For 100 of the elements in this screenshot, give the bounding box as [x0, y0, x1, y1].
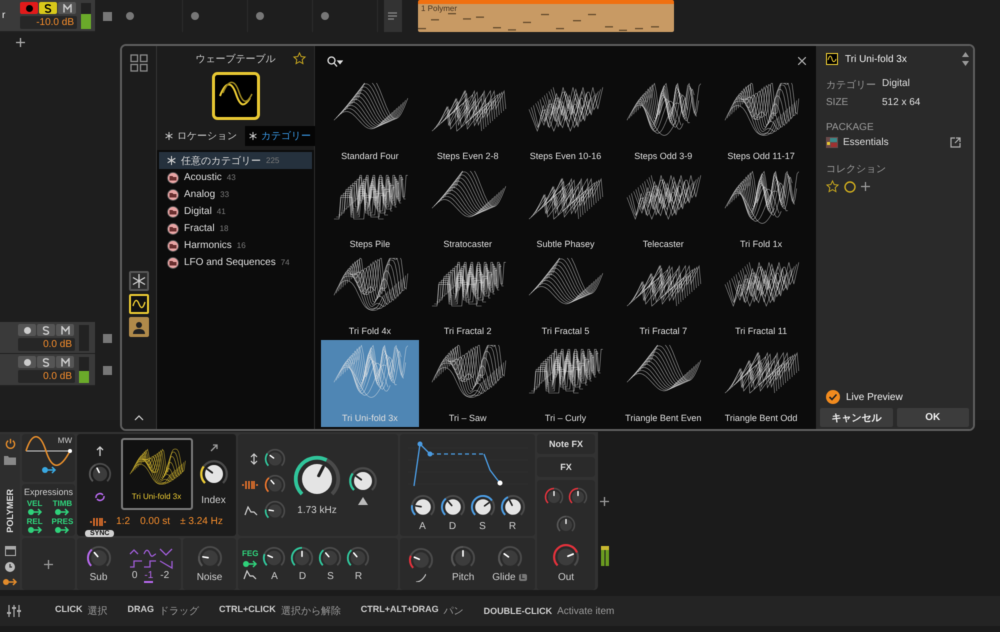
- package-icon: [826, 137, 838, 148]
- wavetable-tile[interactable]: Tri Fractal 7: [614, 252, 712, 340]
- record-button[interactable]: [20, 2, 38, 14]
- mute-button[interactable]: [56, 324, 74, 336]
- stop-icon[interactable]: [103, 12, 112, 20]
- live-preview-checkbox[interactable]: [826, 390, 840, 404]
- folder-badge-icon: [167, 188, 179, 200]
- filter-tab[interactable]: カテゴリー: [245, 126, 315, 146]
- wavetable-tile[interactable]: Steps Odd 3-9: [614, 78, 712, 166]
- keyboard-icon[interactable]: [90, 516, 106, 526]
- clip-slot-dot-icon[interactable]: [321, 12, 329, 20]
- volume-field[interactable]: 0.0 dB: [18, 370, 75, 383]
- fx-button[interactable]: FX: [537, 457, 595, 477]
- modulation-arrow-icon[interactable]: [40, 466, 56, 474]
- octave-option[interactable]: 0: [132, 570, 138, 582]
- wavetable-tile[interactable]: Triangle Bent Odd: [712, 340, 810, 427]
- mute-button[interactable]: [56, 356, 74, 368]
- add-icon[interactable]: [861, 182, 870, 191]
- wavetable-filter-button[interactable]: [129, 294, 149, 314]
- mute-m-icon: [62, 4, 72, 12]
- wavetable-tile[interactable]: Tri – Saw: [418, 340, 517, 427]
- wavetable-tile[interactable]: Tri Fractal 11: [712, 252, 810, 340]
- octave-option[interactable]: -1: [144, 570, 154, 582]
- category-item[interactable]: Harmonics 16: [159, 237, 312, 254]
- user-filter-button[interactable]: [129, 316, 149, 336]
- dialog-button[interactable]: キャンセル: [820, 408, 892, 427]
- sub-shapes-drawing[interactable]: [128, 546, 172, 570]
- stop-icon[interactable]: [103, 334, 112, 342]
- power-icon[interactable]: [4, 438, 16, 449]
- caret-up-icon[interactable]: [134, 415, 144, 421]
- solo-s-icon: [42, 326, 50, 334]
- modulation-arrow-icon[interactable]: [2, 578, 18, 586]
- wavetable-tile[interactable]: Tri Fold 4x: [321, 252, 419, 340]
- dialog-button[interactable]: OK: [896, 408, 969, 427]
- mixer-icon[interactable]: [7, 605, 21, 617]
- record-button[interactable]: [18, 324, 36, 336]
- star-icon[interactable]: [293, 52, 306, 65]
- clip-slot-dot-icon[interactable]: [256, 12, 264, 20]
- wavetable-preview[interactable]: Tri Uni-fold 3x: [120, 438, 192, 510]
- solo-button[interactable]: [39, 2, 57, 14]
- octave-option[interactable]: -2: [160, 570, 170, 582]
- clip-slot-dot-icon[interactable]: [191, 12, 199, 20]
- wavetable-tile[interactable]: Subtle Phasey: [516, 165, 614, 252]
- wavetable-tile[interactable]: Triangle Bent Even: [614, 340, 712, 427]
- wavetable-tile[interactable]: Telecaster: [614, 165, 712, 252]
- wavetable-tile[interactable]: Steps Even 2-8: [418, 78, 517, 166]
- wavetable-tile[interactable]: Steps Even 10-16: [516, 78, 614, 166]
- modulation-arrow-icon[interactable]: [26, 508, 43, 516]
- sync-arrows-icon[interactable]: [94, 492, 106, 502]
- track-list-button[interactable]: [384, 0, 402, 32]
- note-clip[interactable]: 1 Polymer: [418, 0, 674, 32]
- category-item[interactable]: Digital 41: [159, 203, 312, 220]
- external-link-icon[interactable]: [950, 137, 961, 148]
- pitch-value[interactable]: 0.00 st: [140, 516, 170, 527]
- clock-icon[interactable]: [5, 562, 15, 572]
- modulation-arrow-icon[interactable]: [242, 560, 258, 568]
- arrow-up-icon[interactable]: [94, 446, 104, 456]
- circle-icon[interactable]: [844, 180, 856, 192]
- record-button[interactable]: [18, 356, 36, 368]
- note-fx-button[interactable]: Note FX: [537, 434, 595, 454]
- category-item[interactable]: Acoustic 43: [159, 169, 312, 186]
- all-filter-button[interactable]: [129, 270, 149, 290]
- filter-tab[interactable]: ロケーション: [161, 126, 241, 146]
- wavetable-tile[interactable]: Steps Pile: [321, 165, 419, 252]
- category-item[interactable]: LFO and Sequences 74: [159, 254, 312, 271]
- wavetable-tile[interactable]: Tri Fractal 5: [516, 252, 614, 340]
- knob-label: A: [271, 571, 278, 582]
- add-icon[interactable]: [44, 560, 53, 568]
- category-item[interactable]: Analog 33: [159, 186, 312, 203]
- add-device-icon[interactable]: [600, 496, 609, 506]
- clip-slot-dot-icon[interactable]: [126, 12, 134, 20]
- folder-icon[interactable]: [4, 455, 16, 465]
- wavetable-tile[interactable]: Stratocaster: [418, 165, 517, 252]
- modulation-arrow-icon[interactable]: [54, 508, 70, 516]
- star-icon[interactable]: [826, 180, 839, 193]
- modulation-arrow-icon[interactable]: [54, 526, 70, 534]
- solo-button[interactable]: [37, 324, 55, 336]
- wavetable-tile[interactable]: Steps Odd 11-17: [712, 78, 810, 166]
- wavetable-tile[interactable]: Tri Fold 1x: [712, 165, 810, 252]
- volume-field[interactable]: 0.0 dB: [18, 338, 75, 351]
- add-track-icon[interactable]: [16, 38, 25, 47]
- knob-label: S: [327, 571, 334, 582]
- person-icon: [132, 320, 146, 334]
- mute-button[interactable]: [58, 2, 76, 14]
- category-item[interactable]: Fractal 18: [159, 220, 312, 237]
- window-icon[interactable]: [4, 546, 16, 556]
- solo-button[interactable]: [37, 356, 55, 368]
- wavetable-tile[interactable]: Tri Fractal 2: [418, 252, 517, 340]
- detune-value[interactable]: ± 3.24 Hz: [180, 516, 223, 527]
- grid-icon[interactable]: [130, 54, 148, 72]
- stop-icon[interactable]: [103, 366, 112, 374]
- category-item[interactable]: 任意のカテゴリー 225: [159, 152, 312, 169]
- wavetable-tile[interactable]: Standard Four: [321, 78, 419, 166]
- close-icon[interactable]: [798, 57, 806, 65]
- ratio-value[interactable]: 1:2: [116, 516, 130, 527]
- modulation-arrow-icon[interactable]: [26, 526, 43, 534]
- up-down-arrows-icon[interactable]: [962, 52, 969, 66]
- external-arrow-icon[interactable]: [208, 442, 218, 452]
- volume-field[interactable]: -10.0 dB: [20, 16, 77, 29]
- wavetable-tile[interactable]: Tri – Curly: [516, 340, 614, 427]
